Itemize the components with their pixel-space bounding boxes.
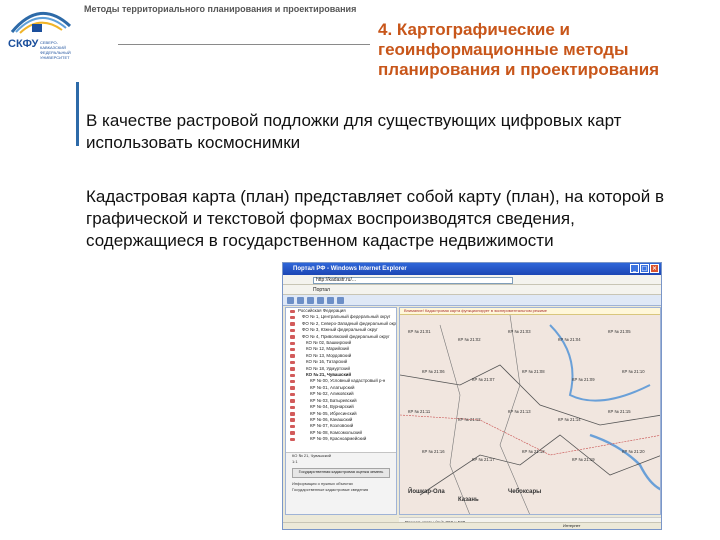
map-label: КР № 21:10 [622, 369, 645, 374]
close-icon[interactable]: × [650, 264, 659, 273]
print-icon[interactable] [337, 297, 344, 304]
section-title: 4. Картографические и геоинформационные … [378, 20, 660, 79]
map-label: Йошкар-Ола [408, 487, 445, 495]
road-1 [400, 364, 660, 426]
tree-item[interactable]: КР № 09, Красноармейский [286, 436, 396, 442]
browser-screenshot: Портал РФ - Windows Internet Explorer _ … [282, 262, 662, 530]
logo-subtitle: СЕВЕРО-КАВКАЗСКИЙ ФЕДЕРАЛЬНЫЙ УНИВЕРСИТЕ… [40, 40, 71, 60]
map-label: КР № 21:14 [558, 417, 581, 422]
window-titlebar: Портал РФ - Windows Internet Explorer _ … [283, 263, 661, 275]
map-label: КР № 21:11 [408, 409, 431, 414]
tab-portal[interactable]: Портал [313, 287, 330, 293]
logo-text: СКФУ [8, 38, 39, 50]
map-label: КР № 21:03 [508, 329, 531, 334]
map-label: КР № 21:20 [622, 449, 645, 454]
paragraph-cadastral: Кадастровая карта (план) представляет со… [86, 187, 664, 250]
header-divider [118, 44, 370, 45]
map-label: КР № 21:18 [522, 449, 545, 454]
map-label: Чебоксары [508, 488, 541, 495]
map-label: КР № 21:02 [458, 337, 481, 342]
status-text: Интернет [563, 523, 581, 528]
map-label: Казань [458, 497, 479, 503]
tree-pane: Российская Федерация ФО № 1, Центральный … [285, 307, 397, 515]
tab-bar: Портал [283, 285, 661, 295]
valuation-button[interactable]: Государственная кадастровая оценка земел… [292, 468, 390, 478]
map-label: КР № 21:17 [472, 457, 495, 462]
header-title: Методы территориального планирования и п… [84, 4, 357, 14]
region-tree: Российская Федерация ФО № 1, Центральный … [286, 308, 396, 443]
map-label: КР № 21:12 [458, 417, 481, 422]
map-warning: Внимание! Кадастровая карта функционируе… [400, 308, 660, 315]
pane-footer: КО № 21, Чувашский 1:1 Государственная к… [286, 452, 396, 514]
home-icon[interactable] [287, 297, 294, 304]
map-label: КР № 21:08 [522, 369, 545, 374]
window-controls: _ □ × [630, 264, 659, 273]
zoom-in-icon[interactable] [297, 297, 304, 304]
minimize-icon[interactable]: _ [630, 264, 639, 273]
status-bar: Интернет [283, 522, 661, 529]
map-toolbar [283, 295, 661, 306]
address-input[interactable]: http://kadastr.ru/... [313, 277, 513, 284]
paragraph-raster: В качестве растровой подложки для сущест… [86, 111, 622, 152]
map-label: КР № 21:04 [558, 337, 581, 342]
map-label: КР № 21:05 [608, 329, 631, 334]
zoom-out-icon[interactable] [307, 297, 314, 304]
map-label: КР № 21:13 [508, 409, 531, 414]
pane-scale: 1:1 [292, 459, 298, 464]
map-label: КР № 21:01 [408, 329, 431, 334]
info-icon[interactable] [327, 297, 334, 304]
pane-line-2[interactable]: Государственные кадастровые сведения [286, 487, 396, 493]
maximize-icon[interactable]: □ [640, 264, 649, 273]
map-label: КР № 21:19 [572, 457, 595, 462]
cadastral-map[interactable]: Внимание! Кадастровая карта функционируе… [399, 307, 661, 515]
pan-icon[interactable] [317, 297, 324, 304]
window-title: Портал РФ - Windows Internet Explorer [293, 266, 407, 272]
map-label: КР № 21:07 [472, 377, 495, 382]
accent-bar [76, 82, 79, 146]
river-kama [589, 433, 660, 491]
map-label: КР № 21:09 [572, 377, 595, 382]
map-label: КР № 21:06 [422, 369, 445, 374]
map-label: КР № 21:15 [608, 409, 631, 414]
address-bar: http://kadastr.ru/... [283, 275, 661, 285]
map-canvas[interactable]: КР № 21:01 КР № 21:02 КР № 21:03 КР № 21:04… [400, 315, 661, 515]
road-4 [499, 315, 530, 514]
map-label: КР № 21:16 [422, 449, 445, 454]
map-labels: КР № 21:01 КР № 21:02 КР № 21:03 КР № 21:04… [408, 329, 645, 503]
road-2 [419, 434, 660, 496]
